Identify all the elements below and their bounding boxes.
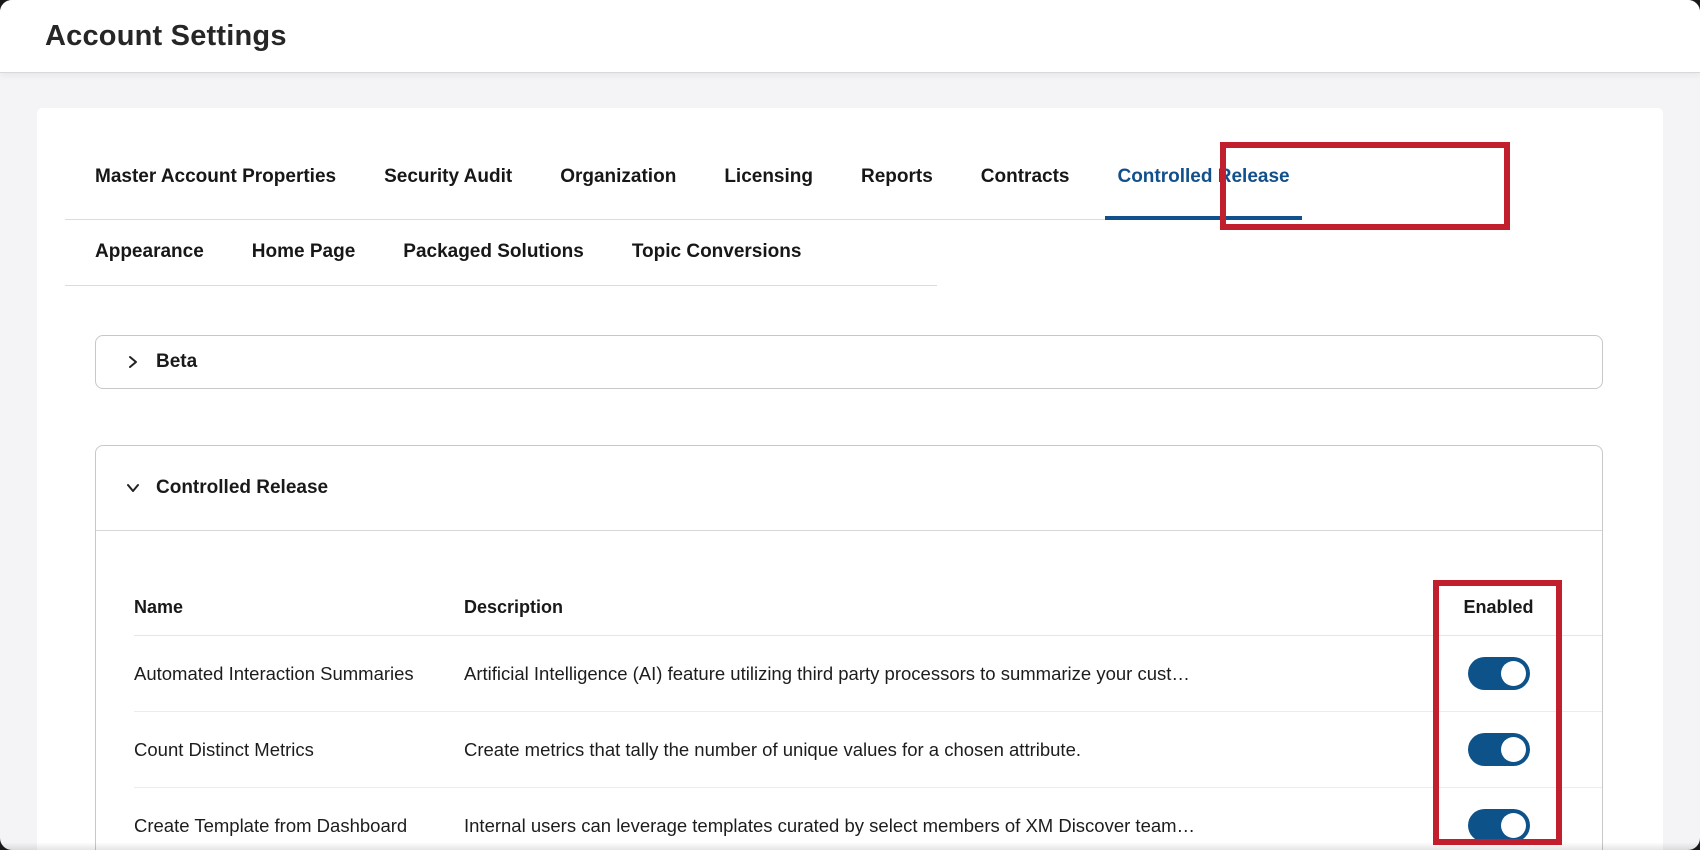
toggle-knob: [1501, 813, 1526, 838]
tab-appearance[interactable]: Appearance: [83, 222, 216, 286]
toggle-knob: [1501, 737, 1526, 762]
section-controlled-release-header[interactable]: Controlled Release: [96, 446, 1602, 531]
column-header-enabled: Enabled: [1434, 597, 1563, 618]
feature-table-header: Name Description Enabled: [134, 579, 1602, 636]
column-header-name: Name: [134, 597, 464, 618]
tab-reports[interactable]: Reports: [849, 138, 945, 220]
tab-security-audit[interactable]: Security Audit: [372, 138, 524, 220]
enabled-toggle[interactable]: [1468, 809, 1530, 842]
feature-description: Create metrics that tally the number of …: [464, 739, 1434, 761]
secondary-tab-bar: Appearance Home Page Packaged Solutions …: [83, 222, 813, 286]
chevron-down-icon: [126, 481, 140, 495]
feature-name: Automated Interaction Summaries: [134, 663, 464, 685]
app-header: Account Settings: [0, 0, 1700, 73]
toggle-knob: [1501, 661, 1526, 686]
feature-row-create-template-from-dashboard: Create Template from Dashboard Internal …: [134, 788, 1602, 850]
settings-panel: Master Account Properties Security Audit…: [37, 108, 1663, 850]
page-title: Account Settings: [0, 20, 287, 53]
account-settings-screen: Account Settings Master Account Properti…: [0, 0, 1700, 850]
tab-home-page[interactable]: Home Page: [240, 222, 367, 286]
section-beta[interactable]: Beta: [95, 335, 1603, 389]
column-header-description: Description: [464, 597, 1434, 618]
enabled-toggle[interactable]: [1468, 657, 1530, 690]
primary-tab-bar: Master Account Properties Security Audit…: [83, 138, 1302, 220]
feature-table: Name Description Enabled Automated Inter…: [134, 579, 1602, 850]
tab-contracts[interactable]: Contracts: [969, 138, 1082, 220]
section-controlled-release: Controlled Release Name Description Enab…: [95, 445, 1603, 850]
tab-controlled-release[interactable]: Controlled Release: [1105, 138, 1301, 220]
feature-name: Count Distinct Metrics: [134, 739, 464, 761]
feature-description: Internal users can leverage templates cu…: [464, 815, 1434, 837]
section-beta-title: Beta: [156, 351, 197, 373]
enabled-toggle[interactable]: [1468, 733, 1530, 766]
tab-organization[interactable]: Organization: [548, 138, 688, 220]
feature-name: Create Template from Dashboard: [134, 815, 464, 837]
feature-row-count-distinct-metrics: Count Distinct Metrics Create metrics th…: [134, 712, 1602, 788]
tab-packaged-solutions[interactable]: Packaged Solutions: [391, 222, 596, 286]
feature-row-automated-interaction-summaries: Automated Interaction Summaries Artifici…: [134, 636, 1602, 712]
tab-topic-conversions[interactable]: Topic Conversions: [620, 222, 814, 286]
tab-licensing[interactable]: Licensing: [712, 138, 825, 220]
feature-description: Artificial Intelligence (AI) feature uti…: [464, 663, 1434, 685]
tab-master-account-properties[interactable]: Master Account Properties: [83, 138, 348, 220]
section-controlled-release-title: Controlled Release: [156, 477, 328, 499]
chevron-right-icon: [126, 355, 140, 369]
